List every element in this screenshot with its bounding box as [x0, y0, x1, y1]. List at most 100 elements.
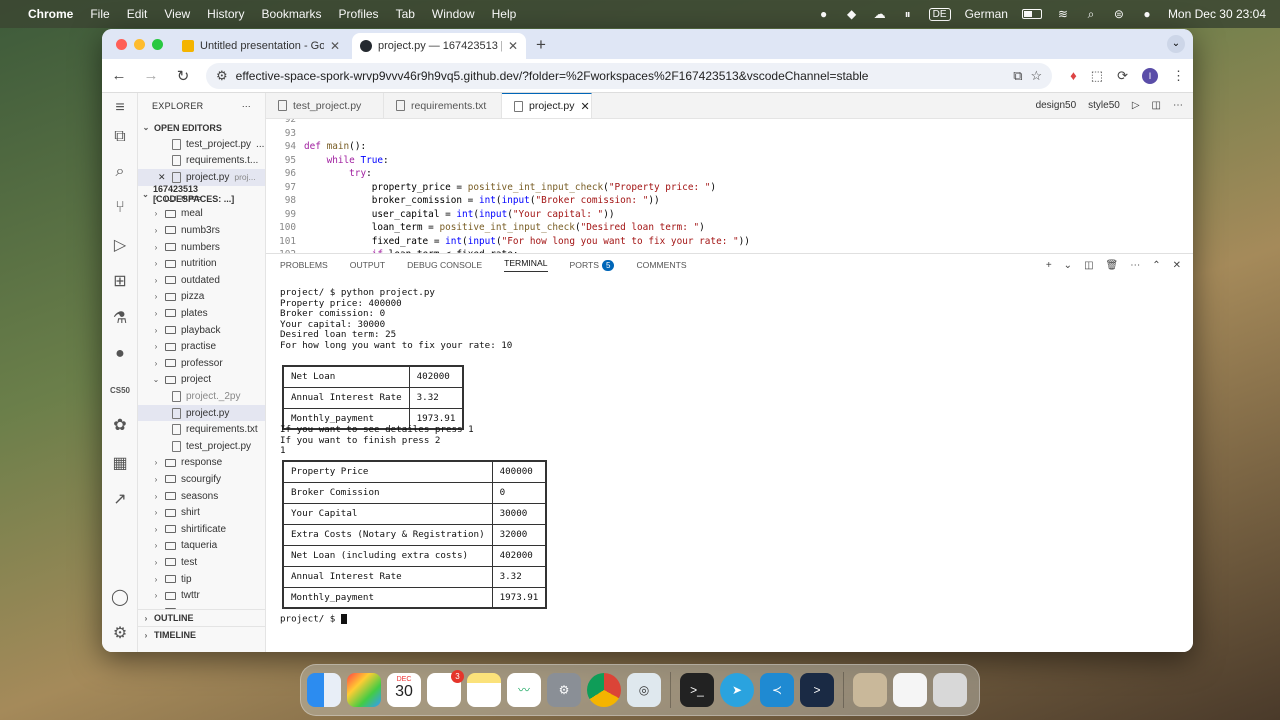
code-line[interactable]: 94 def main():: [266, 140, 1193, 154]
split-terminal-icon[interactable]: ◫: [1084, 260, 1093, 271]
settings-gear-icon[interactable]: ⚙: [102, 623, 138, 643]
extensions-icon[interactable]: ⊞: [102, 271, 138, 291]
close-icon[interactable]: ✕: [581, 100, 590, 113]
duck-icon[interactable]: ✿: [102, 415, 138, 435]
reminders-icon[interactable]: 3: [427, 670, 464, 707]
menu-file[interactable]: File: [90, 7, 109, 21]
chevron-down-icon[interactable]: ⌄: [1064, 260, 1072, 271]
documents-icon[interactable]: [893, 673, 927, 707]
tree-folder[interactable]: › lines: [138, 196, 265, 206]
telegram-icon[interactable]: ➤: [720, 673, 754, 707]
launchpad-icon[interactable]: [347, 673, 381, 707]
tab-requirements[interactable]: requirements.txt: [384, 93, 502, 118]
tree-file[interactable]: project.py: [138, 404, 265, 422]
close-icon[interactable]: ✕: [158, 172, 167, 183]
tree-folder[interactable]: › tip: [138, 571, 265, 588]
record-icon[interactable]: ●: [817, 8, 831, 20]
forward-icon[interactable]: →: [142, 67, 160, 84]
tree-folder[interactable]: › seasons: [138, 488, 265, 505]
tree-folder[interactable]: › scourgify: [138, 471, 265, 488]
split-editor-icon[interactable]: ◫: [1152, 100, 1161, 111]
menu-window[interactable]: Window: [432, 7, 475, 21]
github-icon[interactable]: ●: [102, 345, 138, 363]
source-control-icon[interactable]: ⑂: [102, 199, 138, 217]
more-actions-icon[interactable]: ⋯: [1173, 100, 1183, 111]
run-debug-icon[interactable]: ▷: [102, 235, 138, 255]
tree-folder[interactable]: › practise: [138, 338, 265, 355]
system-settings-icon[interactable]: ⚙: [547, 673, 581, 707]
menu-help[interactable]: Help: [492, 7, 517, 21]
trash-icon[interactable]: 🗑: [1106, 260, 1119, 271]
outline-section[interactable]: › OUTLINE: [138, 609, 265, 626]
tree-folder[interactable]: ⌄ project: [138, 372, 265, 389]
tree-file[interactable]: project._2py: [138, 388, 265, 405]
design50-button[interactable]: design50: [1036, 100, 1077, 111]
code-line[interactable]: 92: [266, 119, 1193, 127]
profile-avatar[interactable]: I: [1142, 67, 1158, 84]
chrome-menu-icon[interactable]: ⋮: [1172, 68, 1185, 84]
zoom-window-button[interactable]: [152, 39, 163, 50]
more-actions-icon[interactable]: ⋯: [242, 101, 251, 112]
vscode-icon[interactable]: ≺: [760, 673, 794, 707]
explorer-icon[interactable]: ⧉: [102, 128, 138, 146]
install-app-icon[interactable]: ⧉: [1013, 68, 1022, 84]
tab-terminal[interactable]: TERMINAL: [504, 258, 548, 272]
archive-icon[interactable]: [853, 673, 887, 707]
tree-file[interactable]: test_project.py: [138, 438, 265, 455]
maximize-panel-icon[interactable]: ⌃: [1152, 260, 1160, 271]
menu-edit[interactable]: Edit: [127, 7, 148, 21]
bookmark-star-icon[interactable]: ☆: [1031, 68, 1043, 84]
tree-folder[interactable]: › shirtificate: [138, 521, 265, 538]
extensions-icon[interactable]: ⬚: [1091, 68, 1103, 84]
testing-icon[interactable]: ⚗: [102, 308, 138, 328]
tab-ports[interactable]: PORTS 5: [570, 259, 615, 271]
user-icon[interactable]: ●: [1140, 8, 1154, 20]
tree-folder[interactable]: › taqueria: [138, 538, 265, 555]
browser-tab-presentation[interactable]: Untitled presentation - Googl ✕: [174, 33, 348, 59]
quicktime-icon[interactable]: ◎: [627, 673, 661, 707]
code-line[interactable]: 93: [266, 127, 1193, 141]
menu-profiles[interactable]: Profiles: [339, 7, 379, 21]
tree-folder[interactable]: › playback: [138, 322, 265, 339]
code-line[interactable]: 95 while True:: [266, 154, 1193, 168]
close-panel-icon[interactable]: ✕: [1173, 260, 1181, 271]
code-line[interactable]: 97 property_price = positive_int_input_c…: [266, 181, 1193, 195]
address-bar[interactable]: ⚙ effective-space-spork-wrvp9vvv46r9h9vq…: [206, 62, 1053, 89]
tree-folder[interactable]: › test: [138, 554, 265, 571]
notes-icon[interactable]: [467, 673, 501, 707]
tab-problems[interactable]: PROBLEMS: [280, 260, 328, 270]
code-line[interactable]: 99 user_capital = int(input("Your capita…: [266, 208, 1193, 222]
run-icon[interactable]: ▷: [1132, 100, 1140, 111]
tree-folder[interactable]: › meal: [138, 206, 265, 223]
tree-folder[interactable]: › pizza: [138, 289, 265, 306]
trash-icon[interactable]: [933, 673, 967, 707]
tab-project[interactable]: project.py ✕: [502, 93, 592, 118]
code-editor[interactable]: 92 93 94 def main(): 95 while True: 96 try: 97…: [266, 119, 1193, 253]
url-text[interactable]: effective-space-spork-wrvp9vvv46r9h9vq5.…: [236, 69, 1006, 83]
freeform-icon[interactable]: 〰: [507, 673, 541, 707]
keyboard-layout-badge[interactable]: DE: [928, 7, 951, 21]
terminal-icon[interactable]: >_: [680, 673, 714, 707]
tree-folder[interactable]: › twttr: [138, 587, 265, 604]
docker-icon[interactable]: ▦: [102, 453, 138, 473]
calendar-icon[interactable]: DEC 30: [387, 673, 421, 707]
sync-icon[interactable]: ⟳: [1117, 68, 1128, 84]
open-editors-section[interactable]: ⌄ OPEN EDITORS: [138, 119, 265, 136]
tree-folder[interactable]: › outdated: [138, 272, 265, 289]
tree-folder[interactable]: › nutrition: [138, 255, 265, 272]
control-center-icon[interactable]: ⊜: [1112, 8, 1126, 20]
tree-folder[interactable]: › numb3rs: [138, 222, 265, 239]
new-terminal-icon[interactable]: +: [1046, 260, 1052, 271]
open-editor-item[interactable]: requirements.t...: [138, 153, 265, 170]
menu-app-name[interactable]: Chrome: [28, 7, 73, 21]
code-line[interactable]: 96 try:: [266, 167, 1193, 181]
tree-folder[interactable]: › numbers: [138, 239, 265, 256]
menu-history[interactable]: History: [207, 7, 244, 21]
tab-test-project[interactable]: test_project.py: [266, 93, 384, 118]
account-icon[interactable]: ◯: [102, 587, 138, 607]
chrome-icon[interactable]: [587, 673, 621, 707]
close-window-button[interactable]: [116, 39, 127, 50]
menu-tab[interactable]: Tab: [396, 7, 415, 21]
search-icon[interactable]: ⌕: [1084, 8, 1098, 20]
battery-icon[interactable]: [1021, 9, 1042, 19]
